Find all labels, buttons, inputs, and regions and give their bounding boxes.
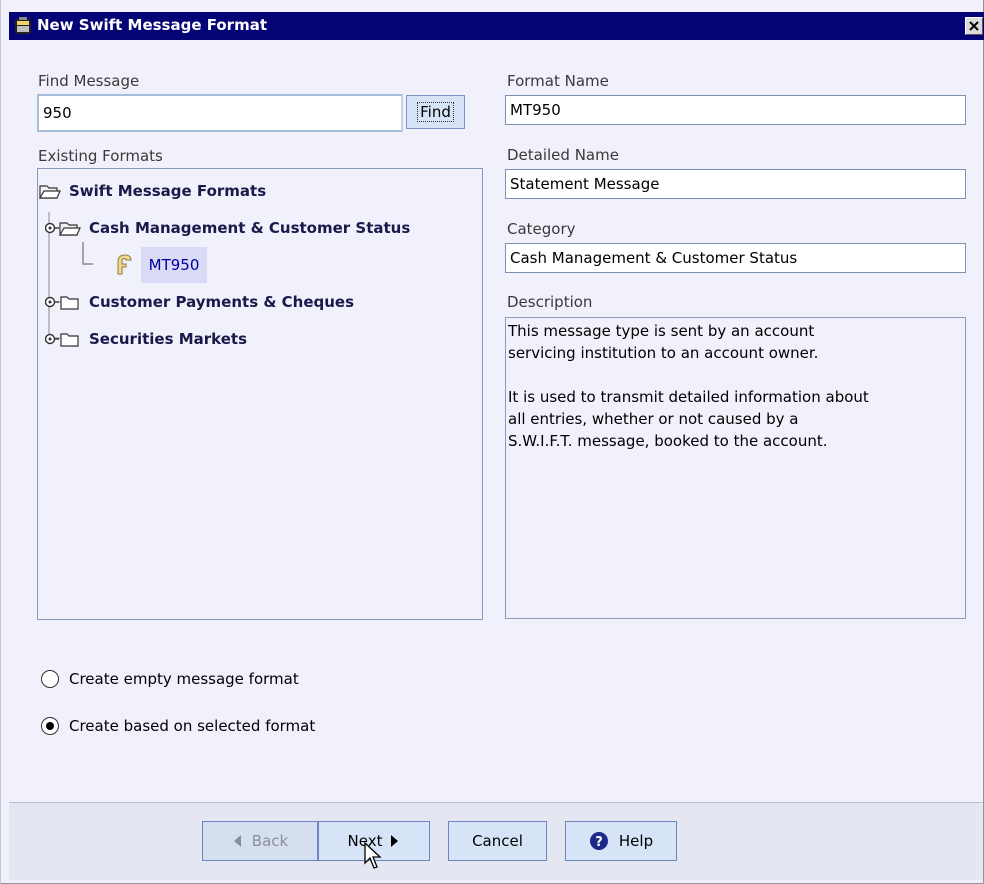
cancel-button-label: Cancel — [472, 832, 523, 850]
app-icon — [15, 17, 31, 34]
description-textarea[interactable]: This message type is sent by an account … — [505, 317, 966, 619]
help-icon: ? — [589, 832, 608, 850]
back-button[interactable]: Back — [202, 821, 318, 861]
arrow-left-icon — [233, 835, 241, 847]
find-button[interactable]: Find — [406, 95, 465, 129]
expand-toggle-icon — [45, 296, 59, 308]
description-label: Description — [507, 293, 593, 311]
category-label: Category — [507, 220, 576, 238]
tree-item-label: Securities Markets — [89, 330, 248, 348]
format-name-field[interactable]: MT950 — [505, 95, 966, 125]
arrow-right-icon — [391, 835, 399, 847]
format-name-label: Format Name — [507, 72, 609, 90]
tree-root-label: Swift Message Formats — [69, 182, 267, 200]
window-title: New Swift Message Format — [37, 16, 268, 34]
radio-create-based[interactable] — [41, 717, 59, 735]
mouse-cursor-icon — [364, 842, 382, 869]
option-create-based-label: Create based on selected format — [69, 717, 316, 735]
expand-toggle-icon — [45, 333, 59, 345]
find-button-label: Find — [417, 102, 454, 122]
tree-item-label: Customer Payments & Cheques — [89, 293, 355, 311]
back-button-label: Back — [251, 832, 289, 850]
close-icon — [969, 21, 979, 31]
folder-icon — [60, 296, 79, 310]
option-create-empty-label: Create empty message format — [69, 670, 299, 688]
option-create-based[interactable]: Create based on selected format — [41, 715, 315, 737]
title-bar[interactable]: New Swift Message Format — [9, 12, 984, 40]
option-create-empty[interactable]: Create empty message format — [41, 668, 299, 690]
close-button[interactable] — [965, 17, 983, 35]
expand-toggle-icon — [45, 222, 59, 234]
open-folder-icon — [39, 185, 61, 199]
detailed-name-field[interactable]: Statement Message — [505, 169, 966, 199]
message-key-icon — [117, 254, 132, 275]
dialog-window: New Swift Message Format Find Message 95… — [0, 0, 984, 884]
find-message-input[interactable]: 950 — [37, 94, 403, 132]
cancel-button[interactable]: Cancel — [448, 821, 547, 861]
svg-text:?: ? — [595, 835, 603, 850]
folder-icon — [60, 333, 79, 347]
category-field[interactable]: Cash Management & Customer Status — [505, 243, 966, 273]
existing-formats-label: Existing Formats — [38, 147, 163, 165]
tree-root[interactable]: Swift Message Formats — [39, 179, 266, 203]
tree-item-cash-management[interactable]: Cash Management & Customer Status — [45, 216, 410, 240]
help-button-label: Help — [618, 832, 654, 850]
radio-create-empty[interactable] — [41, 670, 59, 688]
find-message-label: Find Message — [38, 72, 140, 90]
tree-item-securities-markets[interactable]: Securities Markets — [45, 327, 247, 351]
tree-item-customer-payments[interactable]: Customer Payments & Cheques — [45, 290, 354, 314]
help-button[interactable]: ? Help — [565, 821, 677, 861]
detailed-name-label: Detailed Name — [507, 146, 619, 164]
open-folder-icon — [59, 222, 81, 236]
tree-leaf-mt950[interactable]: MT950 — [141, 247, 207, 283]
tree-item-label: Cash Management & Customer Status — [89, 219, 411, 237]
